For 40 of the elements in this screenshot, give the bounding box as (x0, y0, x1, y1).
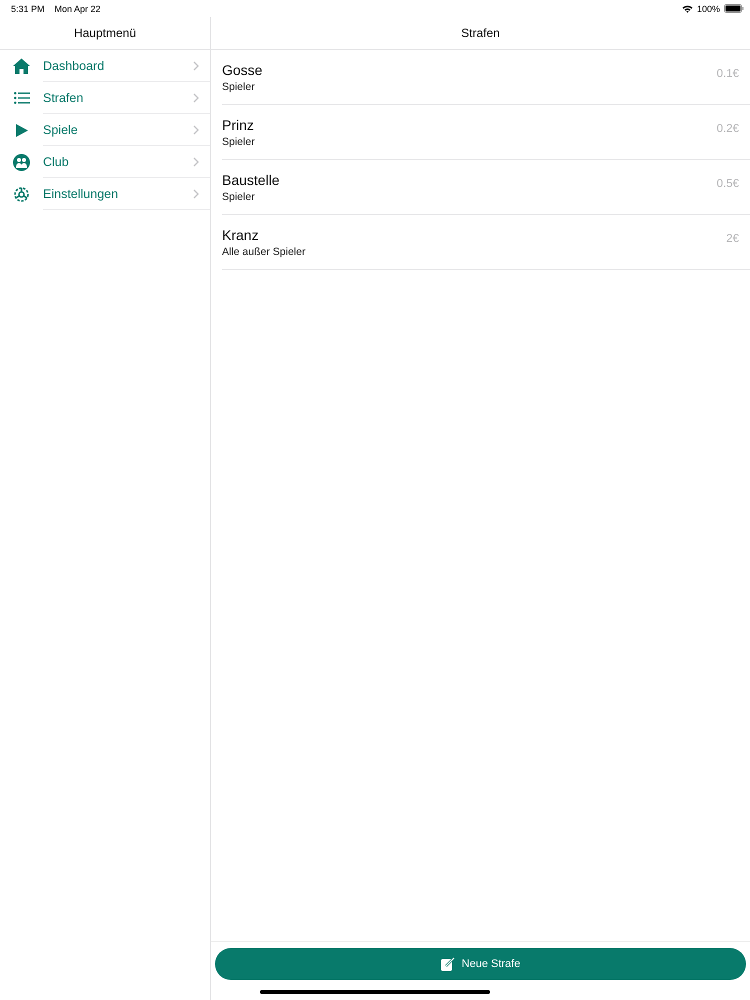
chevron-icon (193, 189, 199, 199)
edit-icon (440, 957, 455, 971)
penalty-name: Prinz (222, 116, 255, 132)
penalty-group: Alle außer Spieler (222, 246, 726, 258)
menu-item[interactable]: Club (0, 146, 210, 178)
penalty-group: Spieler (222, 136, 717, 148)
penalty-group: Spieler (222, 80, 717, 92)
penalty-row[interactable]: Gosse Spieler 0.1€ (222, 50, 750, 105)
status-time: 5:31 PM (11, 4, 45, 14)
penalty-name: Gosse (222, 62, 264, 78)
battery-percent: 100% (696, 4, 720, 14)
penalty-row[interactable]: Kranz Alle außer Spieler 2€ (222, 215, 750, 270)
chevron-icon (193, 61, 199, 71)
penalty-amount: 2€ (726, 233, 739, 245)
new-penalty-button[interactable]: Neue Strafe (215, 948, 746, 980)
penalty-amount: 0.2€ (716, 123, 739, 135)
penalty-group: Spieler (222, 190, 717, 202)
house-icon (13, 58, 30, 74)
list-icon (14, 92, 30, 104)
penalty-name: Kranz (222, 226, 260, 242)
chevron-icon (193, 125, 199, 135)
page-title: Strafen (211, 17, 750, 50)
menu-item[interactable]: Dashboard (0, 50, 210, 82)
battery-icon (724, 4, 744, 13)
menu-item[interactable]: Strafen (0, 82, 210, 114)
wifi-icon (682, 4, 693, 12)
gear-icon (13, 186, 30, 202)
menu-item[interactable]: Spiele (0, 114, 210, 146)
chevron-icon (193, 157, 199, 167)
chevron-icon (193, 93, 199, 103)
penalty-name: Baustelle (222, 172, 281, 188)
play-icon (16, 124, 28, 136)
penalty-row[interactable]: Baustelle Spieler 0.5€ (222, 160, 750, 215)
penalty-amount: 0.1€ (716, 68, 739, 80)
status-date: Mon Apr 22 (54, 4, 101, 14)
sidebar-title: Hauptmenü (0, 17, 210, 50)
menu-item[interactable]: Einstellungen (0, 178, 210, 210)
penalty-row[interactable]: Prinz Spieler 0.2€ (222, 105, 750, 160)
penalty-amount: 0.5€ (716, 178, 739, 190)
people-icon (13, 154, 30, 170)
